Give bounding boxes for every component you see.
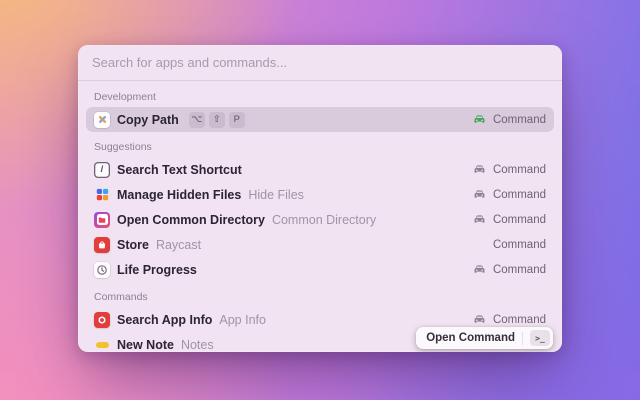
item-title: Open Common Directory: [117, 212, 265, 227]
car-icon: [473, 313, 487, 327]
keycap: ⌥: [188, 111, 205, 128]
item-accessories: Command: [473, 188, 546, 202]
item-title: Life Progress: [117, 262, 197, 277]
item-subtitle: Common Directory: [271, 212, 377, 227]
item-subtitle: Notes: [180, 337, 214, 352]
keycap: P: [228, 111, 245, 128]
list-item-open-common-directory[interactable]: Open Common Directory Common Directory Com…: [86, 207, 554, 232]
item-title: Search App Info: [117, 312, 213, 327]
open-command-label: Open Command: [426, 332, 515, 344]
common-directory-icon: [94, 211, 110, 228]
terminal-key-icon: >_: [530, 330, 550, 346]
copy-path-extension-icon: [94, 111, 110, 128]
list-item-search-text-shortcut[interactable]: / Search Text Shortcut Command: [86, 157, 554, 182]
item-type-label: Command: [492, 188, 546, 201]
item-accessories: Command: [493, 239, 546, 251]
list-item-store[interactable]: Store Raycast Command: [86, 232, 554, 257]
hidden-files-icon: [94, 187, 110, 203]
item-accessories: Command: [473, 163, 546, 177]
item-title: Copy Path: [117, 112, 179, 127]
item-subtitle: App Info: [219, 312, 266, 327]
app-info-icon: [94, 311, 110, 328]
item-type-label: Command: [492, 113, 546, 126]
desktop-background: Development Copy Path ⌥⇧P Command Suggestion…: [0, 0, 640, 400]
car-icon: [473, 113, 487, 127]
item-subtitle: Hide Files: [248, 187, 304, 202]
car-icon: [473, 188, 487, 202]
car-icon: [473, 213, 487, 227]
item-accessories: Command: [473, 263, 546, 277]
search-bar: [78, 45, 562, 81]
note-icon-bar: [95, 341, 109, 348]
search-input[interactable]: [90, 54, 550, 71]
list-item-life-progress[interactable]: Life Progress Command: [86, 257, 554, 282]
item-title: New Note: [117, 337, 174, 352]
item-type-label: Command: [492, 238, 546, 251]
section-suggestions: Suggestions / Search Text Shortcut Command M…: [86, 132, 554, 282]
launcher-window: Development Copy Path ⌥⇧P Command Suggestion…: [78, 45, 562, 352]
section-header: Suggestions: [94, 141, 152, 153]
section-header: Development: [94, 91, 156, 103]
item-type-label: Command: [492, 163, 546, 176]
list-item-copy-path[interactable]: Copy Path ⌥ ⇧ P Command: [86, 107, 554, 132]
section-header: Commands: [94, 291, 148, 303]
item-type-label: Command: [492, 263, 546, 276]
item-accessories: Command: [473, 113, 546, 127]
keycap: ⇧: [208, 111, 225, 128]
button-divider: [522, 331, 523, 345]
item-type-label: Command: [492, 213, 546, 226]
item-title: Manage Hidden Files: [117, 187, 242, 202]
text-shortcut-icon: /: [94, 161, 110, 178]
results-list: Development Copy Path ⌥ ⇧ P Command Suggestion…: [78, 81, 562, 352]
open-command-button[interactable]: Open Command >_: [416, 327, 553, 349]
life-progress-icon: [94, 261, 110, 278]
new-note-icon: [94, 337, 110, 353]
list-item-manage-hidden-files[interactable]: Manage Hidden Files Hide Files Command: [86, 182, 554, 207]
car-icon: [473, 263, 487, 277]
item-subtitle: Raycast: [155, 237, 202, 252]
car-icon: [473, 163, 487, 177]
item-accessories: Command: [473, 213, 546, 227]
store-icon: [94, 236, 110, 253]
item-accessories: Command: [473, 313, 546, 327]
shortcut-keys: ⌥ ⇧ P: [188, 111, 245, 128]
item-type-label: Command: [492, 313, 546, 326]
item-title: Store: [117, 237, 149, 252]
item-title: Search Text Shortcut: [117, 162, 242, 177]
section-development: Development Copy Path ⌥ ⇧ P Command: [86, 82, 554, 132]
